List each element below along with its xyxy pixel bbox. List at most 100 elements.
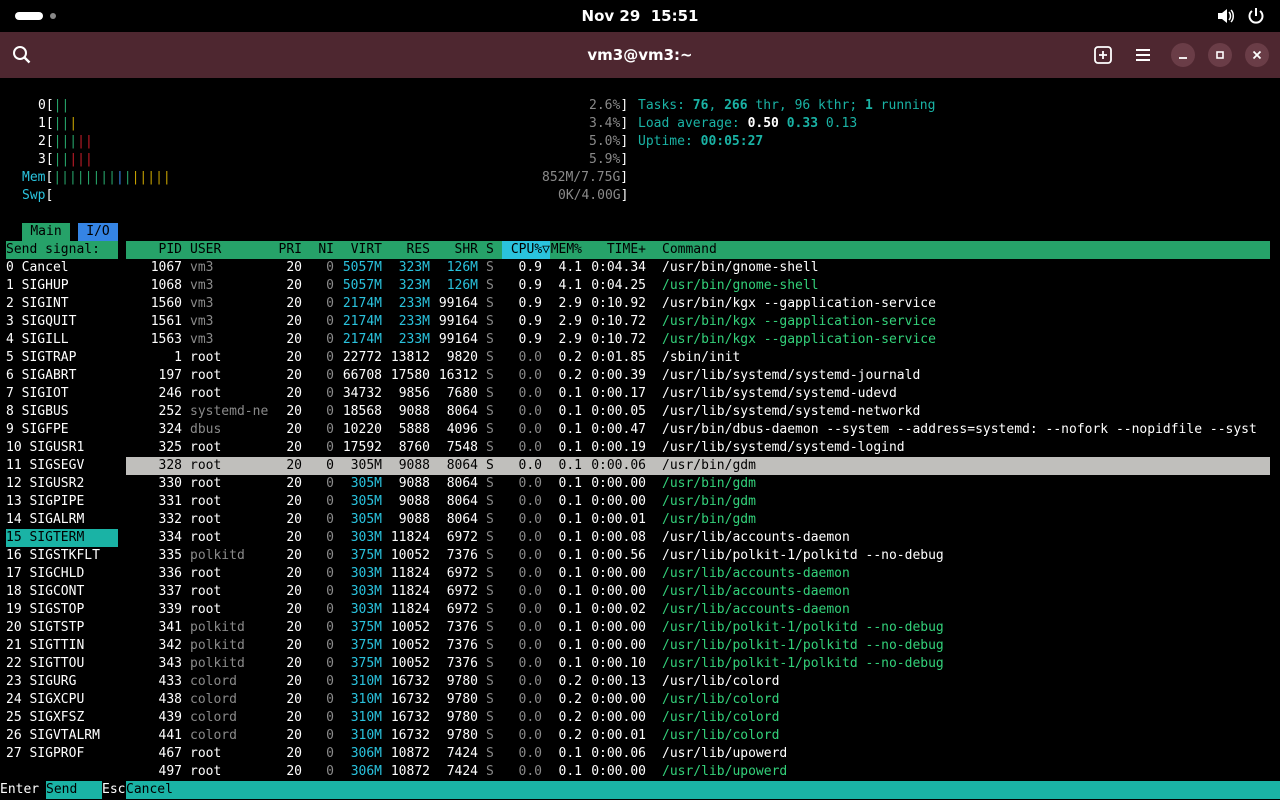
cell-ni: 0 [326, 350, 334, 365]
signal-item[interactable]: 10 SIGUSR1 [6, 439, 118, 457]
signal-item[interactable]: 5 SIGTRAP [6, 349, 118, 367]
cell-res: 10872 [390, 764, 430, 779]
table-row[interactable]: 7 SIGIOT 246 root 20 0 34732 9856 7680 S 0.0 0.1 0:… [0, 385, 1280, 403]
table-row[interactable]: 12 SIGUSR2 330 root 20 0 305M 9088 8064 S 0.0 0.1 0… [0, 475, 1280, 493]
cell-virt: 2174M [342, 332, 382, 347]
table-row[interactable]: 18 SIGCONT 337 root 20 0 303M 11824 6972 S 0.0 0.1… [0, 583, 1280, 601]
cell-mem: 2.9 [558, 296, 582, 311]
col-mem[interactable]: MEM% [550, 241, 582, 259]
cell-s: S [486, 530, 494, 545]
col-res[interactable]: RES [390, 241, 430, 259]
col-pri[interactable]: PRI [270, 241, 302, 259]
cell-cpu: 0.0 [518, 692, 542, 707]
table-row[interactable]: 27 SIGPROF 467 root 20 0 306M 10872 7424 S 0.0 0.1… [0, 745, 1280, 763]
signal-item[interactable]: 15 SIGTERM [6, 529, 118, 547]
col-time[interactable]: TIME+ [590, 241, 646, 259]
table-row[interactable]: 21 SIGTTIN 342 polkitd 20 0 375M 10052 7376 S 0.0… [0, 637, 1280, 655]
table-row[interactable]: 13 SIGPIPE 331 root 20 0 305M 9088 8064 S 0.0 0.1 0… [0, 493, 1280, 511]
signal-item[interactable]: 1 SIGHUP [6, 277, 118, 295]
cell-virt: 305M [350, 476, 382, 491]
signal-item[interactable]: 20 SIGTSTP [6, 619, 118, 637]
signal-item[interactable]: 26 SIGVTALRM [6, 727, 118, 745]
clock[interactable]: Nov 29 15:51 [0, 7, 1280, 25]
cell-cpu: 0.0 [518, 620, 542, 635]
signal-item[interactable]: 27 SIGPROF [6, 745, 118, 763]
table-row[interactable]: 1 SIGHUP 1068 vm3 20 0 5057M 323M 126M S 0.9 4.1 0:… [0, 277, 1280, 295]
cell-pri: 20 [286, 674, 302, 689]
table-row[interactable]: 14 SIGALRM 332 root 20 0 305M 9088 8064 S 0.0 0.1 0… [0, 511, 1280, 529]
table-row[interactable]: 19 SIGSTOP 339 root 20 0 303M 11824 6972 S 0.0 0.1… [0, 601, 1280, 619]
tab-io[interactable]: I/O [78, 223, 118, 241]
table-row[interactable]: 8 SIGBUS 252 systemd-ne 20 0 18568 9088 8064 S 0.… [0, 403, 1280, 421]
table-row[interactable]: 15 SIGTERM 334 root 20 0 303M 11824 6972 S 0.0 0.1… [0, 529, 1280, 547]
table-row[interactable]: 6 SIGABRT 197 root 20 0 66708 17580 16312 S 0.0 0.… [0, 367, 1280, 385]
signal-item[interactable]: 11 SIGSEGV [6, 457, 118, 475]
table-row[interactable]: 25 SIGXFSZ 439 colord 20 0 310M 16732 9780 S 0.0 0… [0, 709, 1280, 727]
maximize-button[interactable] [1208, 43, 1232, 67]
signal-item[interactable]: 13 SIGPIPE [6, 493, 118, 511]
signal-item[interactable]: 25 SIGXFSZ [6, 709, 118, 727]
col-user[interactable]: USER [190, 241, 221, 259]
close-button[interactable] [1245, 43, 1269, 67]
signal-item[interactable]: 22 SIGTTOU [6, 655, 118, 673]
cell-user: dbus [190, 422, 222, 437]
signal-item[interactable]: 14 SIGALRM [6, 511, 118, 529]
menu-icon[interactable] [1133, 45, 1153, 65]
signal-item[interactable]: 17 SIGCHLD [6, 565, 118, 583]
col-ni[interactable]: NI [310, 241, 334, 259]
table-row[interactable]: 22 SIGTTOU 343 polkitd 20 0 375M 10052 7376 S 0.0… [0, 655, 1280, 673]
send-button[interactable]: Send [46, 781, 102, 799]
table-row[interactable]: 20 SIGTSTP 341 polkitd 20 0 375M 10052 7376 S 0.0… [0, 619, 1280, 637]
col-command[interactable]: Command [662, 241, 717, 259]
signal-item[interactable]: 9 SIGFPE [6, 421, 118, 439]
signal-item[interactable]: 8 SIGBUS [6, 403, 118, 421]
signal-item[interactable]: 16 SIGSTKFLT [6, 547, 118, 565]
col-virt[interactable]: VIRT [342, 241, 382, 259]
signal-item[interactable]: 21 SIGTTIN [6, 637, 118, 655]
terminal-view[interactable]: 0[|| 2.6%] 1[||| 3.4%] 2[||||| 5.0%] 3[|… [0, 78, 1280, 800]
table-row[interactable]: 2 SIGINT 1560 vm3 20 0 2174M 233M 99164 S 0.9 2.9 0… [0, 295, 1280, 313]
table-row[interactable]: 0 Cancel 1067 vm3 20 0 5057M 323M 126M S 0.9 4.1 0:… [0, 259, 1280, 277]
col-pid[interactable]: PID [126, 241, 182, 259]
table-row[interactable]: 26 SIGVTALRM 441 colord 20 0 310M 16732 9780 S 0.… [0, 727, 1280, 745]
cancel-button[interactable]: Cancel [126, 781, 206, 799]
signal-item[interactable]: 3 SIGQUIT [6, 313, 118, 331]
table-row[interactable]: 4 SIGILL 1563 vm3 20 0 2174M 233M 99164 S 0.9 2.9 0… [0, 331, 1280, 349]
cell-cmd: /usr/bin/gnome-shell [662, 260, 819, 275]
table-row[interactable]: 24 SIGXCPU 438 colord 20 0 310M 16732 9780 S 0.0 0… [0, 691, 1280, 709]
signal-item[interactable]: 12 SIGUSR2 [6, 475, 118, 493]
volume-icon[interactable] [1216, 6, 1236, 31]
signal-item[interactable]: 23 SIGURG [6, 673, 118, 691]
signal-item[interactable] [6, 763, 118, 781]
table-row[interactable]: 497 root 20 0 306M 10872 7424 S 0.0 0.1 0:00.00/us… [0, 763, 1280, 781]
tab-main[interactable]: Main [22, 223, 70, 241]
signal-item[interactable]: 24 SIGXCPU [6, 691, 118, 709]
table-row[interactable]: 5 SIGTRAP 1 root 20 0 22772 13812 9820 S 0.0 0.2 0:… [0, 349, 1280, 367]
table-row[interactable]: 17 SIGCHLD 336 root 20 0 303M 11824 6972 S 0.0 0.1… [0, 565, 1280, 583]
table-row[interactable]: 9 SIGFPE 324 dbus 20 0 10220 5888 4096 S 0.0 0.1 0:… [0, 421, 1280, 439]
new-tab-icon[interactable] [1093, 45, 1113, 65]
signal-item[interactable]: 18 SIGCONT [6, 583, 118, 601]
table-row[interactable]: 11 SIGSEGV 328 root 20 0 305M 9088 8064 S 0.0 0.1 0… [0, 457, 1280, 475]
col-cpu[interactable]: CPU%▽ [502, 241, 550, 259]
cell-pri: 20 [286, 476, 302, 491]
signal-item[interactable]: 7 SIGIOT [6, 385, 118, 403]
minimize-button[interactable] [1171, 43, 1195, 67]
table-row[interactable]: 16 SIGSTKFLT 335 polkitd 20 0 375M 10052 7376 S 0… [0, 547, 1280, 565]
col-shr[interactable]: SHR [438, 241, 478, 259]
cell-time: 0:00.39 [591, 368, 646, 383]
signal-item[interactable]: 19 SIGSTOP [6, 601, 118, 619]
col-state[interactable]: S [486, 241, 494, 259]
signal-item[interactable]: 2 SIGINT [6, 295, 118, 313]
cell-user: root [190, 494, 222, 509]
power-icon[interactable] [1246, 6, 1266, 31]
signal-item[interactable]: 0 Cancel [6, 259, 118, 277]
table-row[interactable]: 23 SIGURG 433 colord 20 0 310M 16732 9780 S 0.0 0.… [0, 673, 1280, 691]
table-row[interactable]: 3 SIGQUIT 1561 vm3 20 0 2174M 233M 99164 S 0.9 2.9… [0, 313, 1280, 331]
signal-item[interactable]: 6 SIGABRT [6, 367, 118, 385]
cell-user: vm3 [190, 296, 214, 311]
table-row[interactable]: 10 SIGUSR1 325 root 20 0 17592 8760 7548 S 0.0 0.1… [0, 439, 1280, 457]
signal-item[interactable]: 4 SIGILL [6, 331, 118, 349]
cell-cmd: /usr/bin/kgx --gapplication-service [662, 296, 936, 311]
cell-user: polkitd [190, 620, 245, 635]
